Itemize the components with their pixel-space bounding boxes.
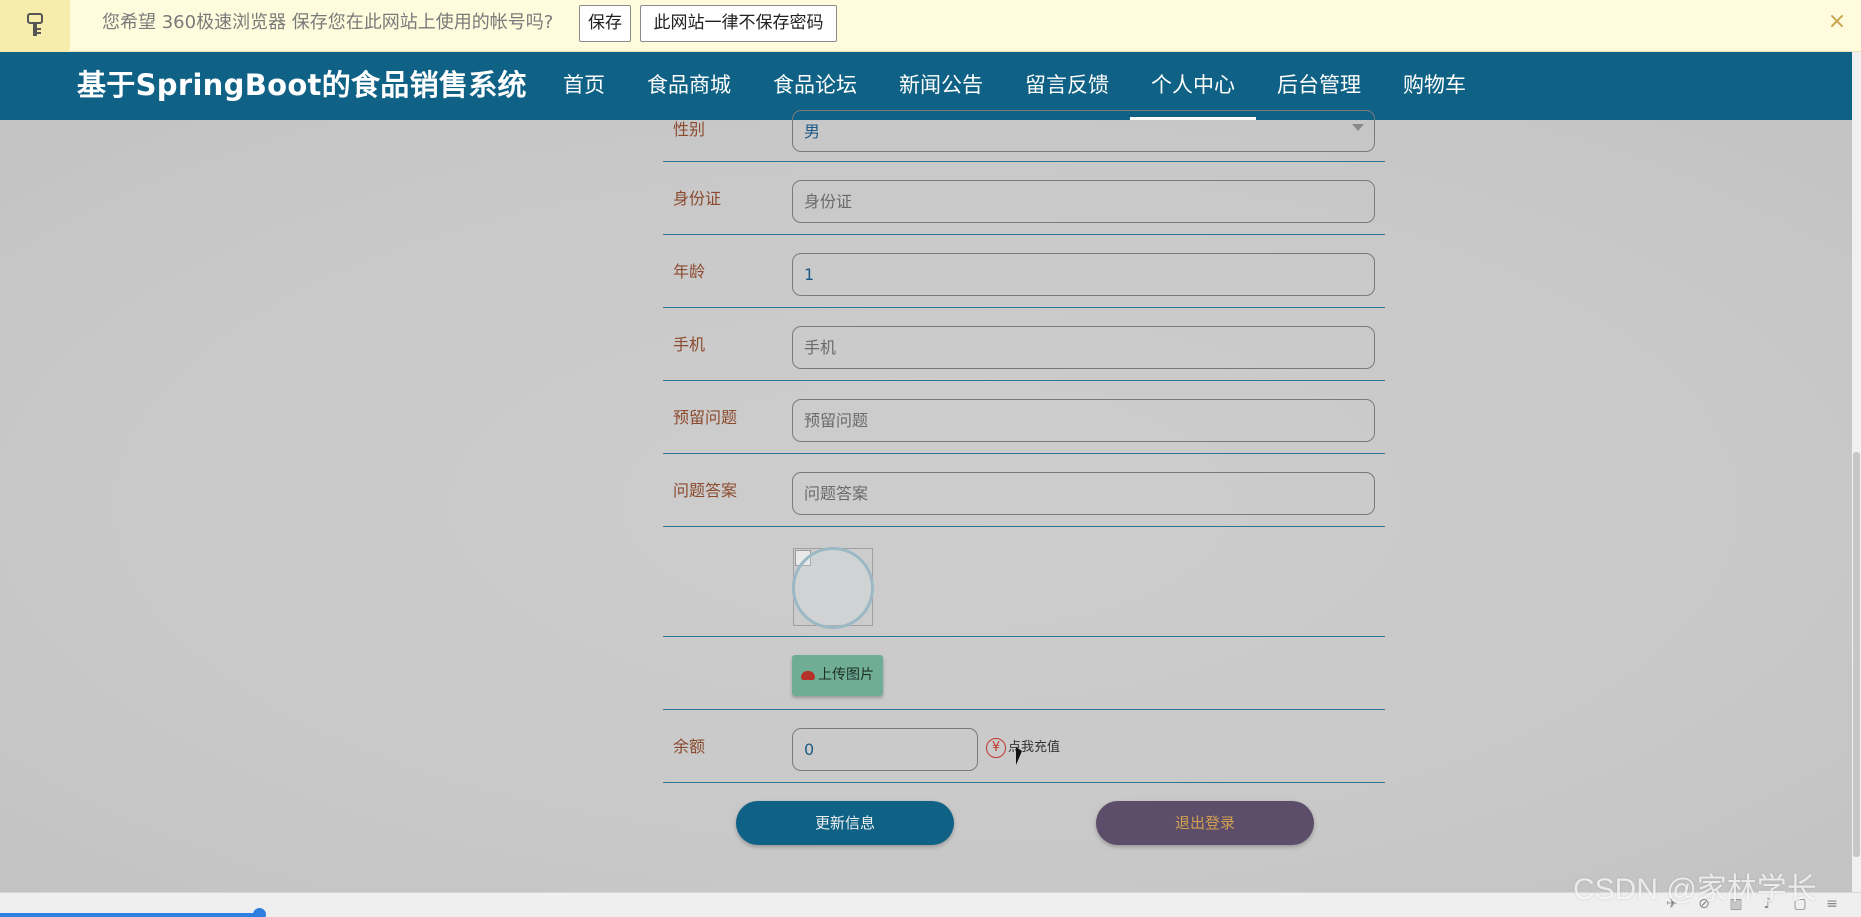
form-row-photo xyxy=(663,527,1385,637)
balance-input[interactable]: 0 xyxy=(792,728,978,771)
page-load-progress xyxy=(0,908,266,917)
id-card-label: 身份证 xyxy=(673,189,722,208)
cloud-upload-icon xyxy=(801,671,815,680)
close-icon[interactable]: × xyxy=(1827,11,1847,33)
upload-image-button[interactable]: 上传图片 xyxy=(792,655,883,696)
profile-form: 性别 男 身份证 身份证 年龄 1 手机 手机 预留问题 预留问题 问题答案 问… xyxy=(663,110,1385,873)
save-password-message: 您希望 360极速浏览器 保存您在此网站上使用的帐号吗? xyxy=(102,12,554,33)
yen-icon: ¥ xyxy=(986,738,1006,758)
update-info-button[interactable]: 更新信息 xyxy=(736,801,954,845)
vertical-scrollbar[interactable] xyxy=(1852,52,1861,892)
phone-input[interactable]: 手机 xyxy=(792,326,1375,369)
avatar-preview xyxy=(792,547,874,629)
nav-item-food-mall[interactable]: 食品商城 xyxy=(626,52,752,120)
form-row-age: 年龄 1 xyxy=(663,235,1385,308)
form-actions: 更新信息 退出登录 xyxy=(663,783,1385,873)
chevron-down-icon xyxy=(1352,124,1364,131)
click-highlight-ring xyxy=(792,547,874,629)
main-content: 性别 男 身份证 身份证 年龄 1 手机 手机 预留问题 预留问题 问题答案 问… xyxy=(0,110,1852,892)
form-row-upload: 上传图片 xyxy=(663,637,1385,710)
gender-value: 男 xyxy=(804,122,821,141)
security-question-input[interactable]: 预留问题 xyxy=(792,399,1375,442)
logout-button[interactable]: 退出登录 xyxy=(1096,801,1314,845)
form-row-gender: 性别 男 xyxy=(663,110,1385,162)
form-row-answer: 问题答案 问题答案 xyxy=(663,454,1385,527)
never-save-password-button[interactable]: 此网站一律不保存密码 xyxy=(640,5,837,42)
key-icon xyxy=(0,0,70,52)
mouse-cursor-icon xyxy=(1016,747,1022,765)
age-input[interactable]: 1 xyxy=(792,253,1375,296)
answer-label: 问题答案 xyxy=(673,481,738,500)
upload-image-label: 上传图片 xyxy=(818,667,874,683)
progress-handle xyxy=(253,908,266,917)
form-row-question: 预留问题 预留问题 xyxy=(663,381,1385,454)
form-row-balance: 余额 0 ¥ 点我充值 xyxy=(663,710,1385,783)
gender-label: 性别 xyxy=(673,120,706,139)
csdn-watermark: CSDN @家林学长 xyxy=(1573,873,1817,906)
answer-input[interactable]: 问题答案 xyxy=(792,472,1375,515)
form-row-id-card: 身份证 身份证 xyxy=(663,162,1385,235)
form-row-phone: 手机 手机 xyxy=(663,308,1385,381)
save-password-button[interactable]: 保存 xyxy=(579,5,631,42)
gender-select[interactable]: 男 xyxy=(792,110,1375,152)
id-card-input[interactable]: 身份证 xyxy=(792,180,1375,223)
phone-label: 手机 xyxy=(673,335,706,354)
nav-item-cart[interactable]: 购物车 xyxy=(1382,52,1487,120)
security-question-label: 预留问题 xyxy=(673,408,738,427)
save-password-bar: 您希望 360极速浏览器 保存您在此网站上使用的帐号吗? 保存 此网站一律不保存… xyxy=(0,0,1861,52)
scrollbar-thumb[interactable] xyxy=(1853,452,1860,857)
nav-item-home[interactable]: 首页 xyxy=(542,52,626,120)
age-label: 年龄 xyxy=(673,262,706,281)
balance-label: 余额 xyxy=(673,737,706,756)
recharge-link[interactable]: ¥ 点我充值 xyxy=(986,734,1060,762)
menu-icon[interactable]: ≡ xyxy=(1823,895,1841,913)
site-title[interactable]: 基于SpringBoot的食品销售系统 xyxy=(77,52,527,120)
